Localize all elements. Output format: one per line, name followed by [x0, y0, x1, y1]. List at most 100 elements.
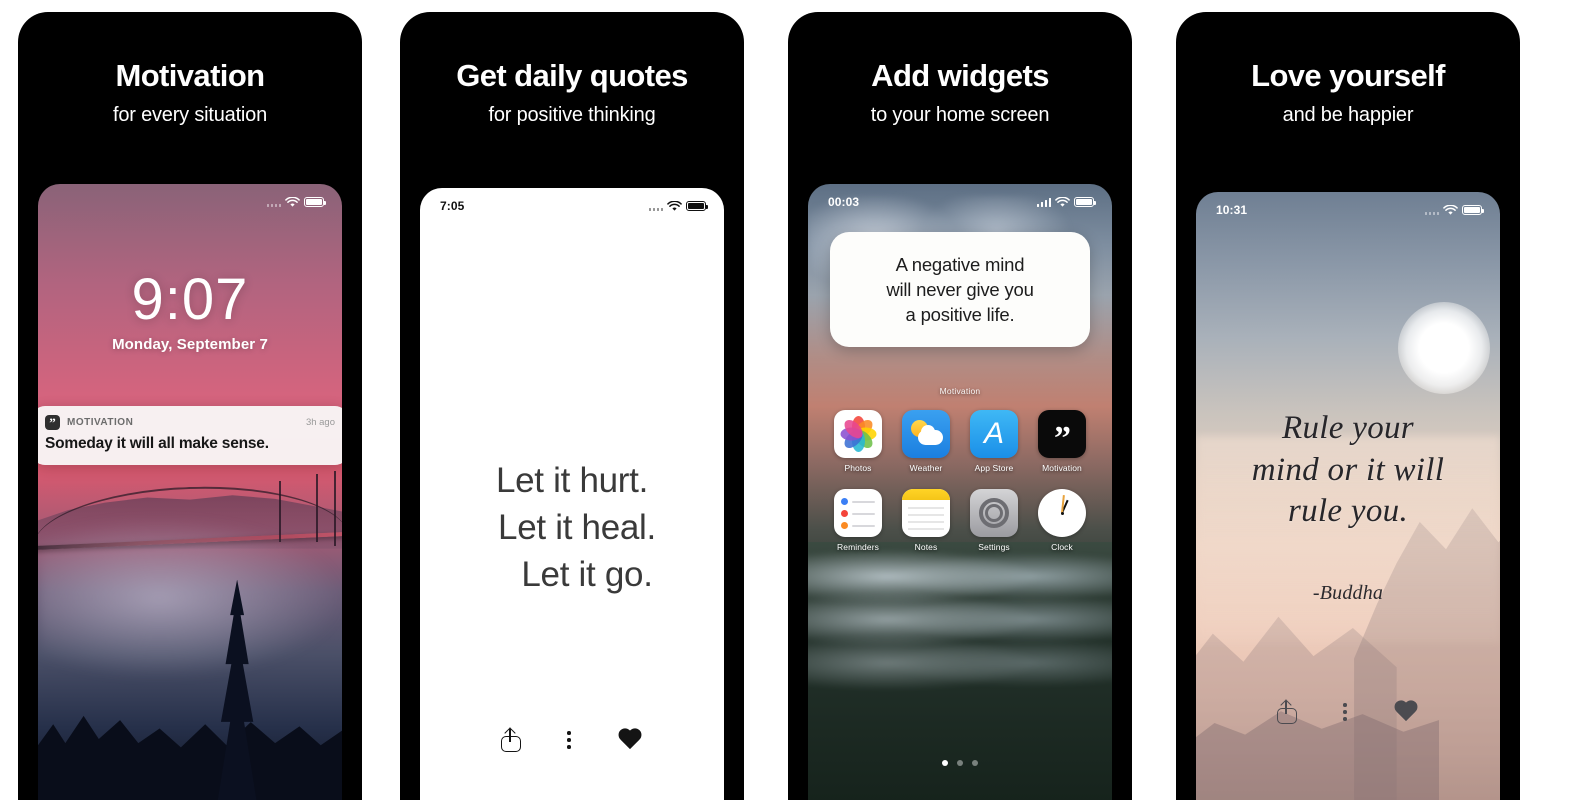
favorite-heart-icon[interactable]: [1393, 701, 1419, 724]
panel-1-title: Motivation: [115, 58, 266, 93]
quote-line-1: Rule your: [1282, 410, 1414, 446]
app-item-photos[interactable]: Photos: [824, 410, 892, 473]
app-store-screenshot-gallery: Motivation for every situation 9:07 Mond…: [0, 0, 1582, 800]
status-indicators-2: [648, 200, 708, 212]
quote-line-2: mind or it will: [1251, 451, 1445, 488]
lockscreen-clock: 9:07: [131, 267, 249, 332]
phone-screen-quote-serif: 10:31 Rule your mind or it will rule you…: [1196, 192, 1500, 800]
panel-2-title: Get daily quotes: [456, 58, 688, 93]
quote-text-serif: Rule your mind or it will rule you.: [1206, 408, 1490, 533]
quote-mark-glyph: ”: [1054, 420, 1071, 457]
quote-author: -Buddha: [1312, 582, 1384, 604]
more-options-icon[interactable]: [1343, 703, 1347, 721]
screenshot-panel-1[interactable]: Motivation for every situation 9:07 Mond…: [18, 12, 362, 800]
wifi-icon: [285, 196, 300, 207]
panel-3-title: Add widgets: [871, 58, 1049, 93]
app-label: Clock: [1051, 542, 1073, 552]
quote-text: Let it hurt. Let it heal. Let it go.: [420, 458, 724, 599]
fog-layer: [38, 505, 342, 691]
notification-banner[interactable]: ” MOTIVATION 3h ago Someday it will all …: [38, 406, 342, 465]
battery-icon: [304, 197, 326, 207]
app-item-app-store[interactable]: A App Store: [960, 410, 1028, 473]
wifi-icon: [667, 200, 682, 211]
app-item-settings[interactable]: Settings: [960, 489, 1028, 552]
panel-3-caption: Add widgets to your home screen: [788, 58, 1132, 127]
wave-foam: [808, 635, 1112, 691]
quote-line-3: Let it go.: [521, 554, 653, 594]
reminders-icon: [834, 489, 882, 537]
status-indicators-1: [266, 196, 326, 208]
share-icon[interactable]: [501, 727, 522, 752]
app-label: Motivation: [1042, 463, 1082, 473]
settings-icon: [970, 489, 1018, 537]
page-dot: [972, 760, 978, 766]
battery-icon: [1462, 205, 1484, 215]
widget-line-2: will never give you: [886, 279, 1034, 301]
home-page-indicator[interactable]: [808, 760, 1112, 766]
screenshot-panel-2[interactable]: Get daily quotes for positive thinking 7…: [400, 12, 744, 800]
phone-screen-lockscreen: 9:07 Monday, September 7 ” MOTIVATION 3h…: [38, 184, 342, 800]
notification-app-name: MOTIVATION: [67, 417, 134, 428]
more-options-icon[interactable]: [567, 731, 571, 749]
app-store-icon: A: [970, 410, 1018, 458]
wifi-icon: [1443, 204, 1458, 215]
app-label: Photos: [844, 463, 872, 473]
battery-icon: [1074, 197, 1096, 207]
status-bar-2: 7:05: [420, 188, 724, 218]
quote-line-2: Let it heal.: [498, 507, 656, 547]
panel-4-subtitle: and be happier: [1282, 103, 1414, 126]
notes-icon: [902, 489, 950, 537]
battery-icon: [686, 201, 708, 211]
app-item-notes[interactable]: Notes: [892, 489, 960, 552]
motivation-icon: ”: [1038, 410, 1086, 458]
cellular-signal-icon: [1036, 197, 1051, 207]
app-label: App Store: [974, 463, 1014, 473]
status-time-3: 00:03: [828, 195, 860, 209]
sun-orb: [1398, 302, 1490, 394]
quote-mark-icon: ”: [45, 415, 60, 430]
app-label: Settings: [978, 542, 1010, 552]
share-icon[interactable]: [1277, 699, 1298, 724]
status-bar-3: 00:03: [808, 184, 1112, 214]
quote-line-3: rule you.: [1287, 493, 1408, 530]
app-label: Notes: [914, 542, 938, 552]
panel-4-caption: Love yourself and be happier: [1176, 58, 1520, 127]
app-item-weather[interactable]: Weather: [892, 410, 960, 473]
clock-icon: [1038, 489, 1086, 537]
notification-message: Someday it will all make sense.: [45, 435, 269, 452]
app-item-clock[interactable]: Clock: [1028, 489, 1096, 552]
widget-line-3: a positive life.: [905, 304, 1015, 326]
treeline-silhouette: [38, 715, 342, 800]
widget-label: Motivation: [939, 386, 981, 396]
quote-line-1: Let it hurt.: [495, 461, 649, 500]
app-item-reminders[interactable]: Reminders: [824, 489, 892, 552]
status-bar-1: [38, 184, 342, 214]
quote-action-bar: [1196, 699, 1500, 724]
phone-screen-homescreen: 00:03 A negative mind will never give yo…: [808, 184, 1112, 800]
motivation-widget[interactable]: A negative mind will never give you a po…: [830, 232, 1090, 348]
screenshot-panel-4[interactable]: Love yourself and be happier 10:31 Rule …: [1176, 12, 1520, 800]
app-icon-grid: Photos Weather A App Store ” Motivation …: [824, 410, 1096, 552]
quote-action-bar: [420, 727, 724, 752]
app-label: Reminders: [837, 542, 879, 552]
cellular-dots-icon: [1424, 206, 1439, 215]
status-time-2: 7:05: [440, 199, 465, 213]
notification-header: ” MOTIVATION 3h ago: [45, 415, 335, 430]
panel-2-caption: Get daily quotes for positive thinking: [400, 58, 744, 127]
app-label: Weather: [909, 463, 943, 473]
cellular-dots-icon: [266, 198, 281, 207]
screenshot-panel-3[interactable]: Add widgets to your home screen 00:03 A …: [788, 12, 1132, 800]
panel-2-subtitle: for positive thinking: [488, 103, 656, 126]
panel-1-subtitle: for every situation: [112, 103, 268, 126]
status-indicators-4: [1424, 204, 1484, 216]
cellular-dots-icon: [648, 202, 663, 211]
weather-icon: [902, 410, 950, 458]
panel-4-title: Love yourself: [1251, 58, 1445, 93]
app-item-motivation[interactable]: ” Motivation: [1028, 410, 1096, 473]
panel-1-caption: Motivation for every situation: [18, 58, 362, 127]
status-indicators-3: [1036, 196, 1096, 208]
photos-icon: [834, 410, 882, 458]
notification-timestamp: 3h ago: [305, 417, 335, 428]
status-time-4: 10:31: [1216, 203, 1248, 217]
favorite-heart-icon[interactable]: [617, 729, 643, 752]
